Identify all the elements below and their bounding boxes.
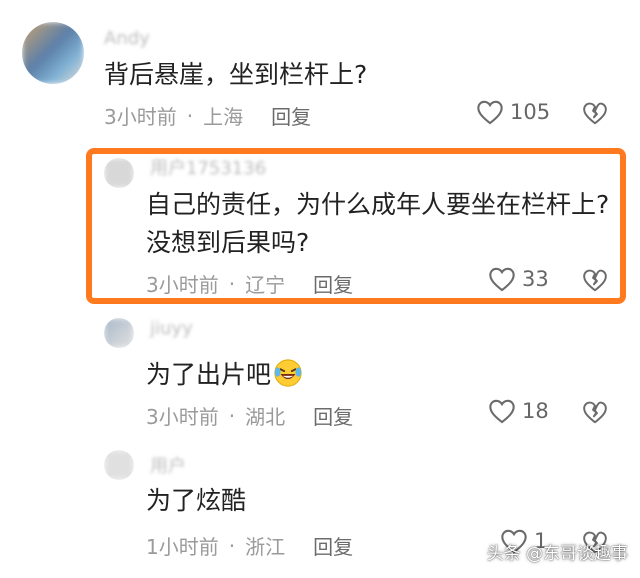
username[interactable]: Andy bbox=[104, 28, 150, 49]
heart-outline-icon bbox=[489, 399, 515, 424]
avatar[interactable] bbox=[104, 158, 134, 188]
username[interactable]: jiuyy bbox=[150, 318, 193, 339]
comment-text: 没想到后果吗? bbox=[146, 228, 310, 257]
heart-outline-icon bbox=[489, 267, 515, 292]
comment-location: 上海 bbox=[203, 105, 244, 129]
username[interactable]: 用户1753136 bbox=[150, 154, 266, 180]
broken-heart-icon[interactable] bbox=[582, 267, 608, 293]
comment-item: Andy 背后悬崖，坐到栏杆上? 3小时前 · 上海 回复 105 bbox=[0, 0, 640, 140]
like-count: 18 bbox=[522, 399, 549, 423]
like-count: 33 bbox=[522, 267, 549, 291]
like-count: 105 bbox=[510, 100, 551, 124]
avatar[interactable] bbox=[104, 318, 134, 348]
comment-meta: 3小时前 · 湖北 回复 bbox=[146, 401, 353, 430]
comment-time: 1小时前 bbox=[146, 535, 219, 559]
comment-meta: 3小时前 · 辽宁 回复 bbox=[146, 269, 353, 298]
comment-location: 湖北 bbox=[245, 405, 286, 429]
comment-text: 为了炫酷 bbox=[146, 486, 247, 515]
reply-button[interactable]: 回复 bbox=[313, 269, 353, 298]
broken-heart-icon[interactable] bbox=[582, 399, 608, 425]
comment-meta: 3小时前 · 上海 回复 bbox=[104, 101, 311, 130]
like-button[interactable]: 105 bbox=[476, 99, 550, 125]
comment-text: 自己的责任，为什么成年人要坐在栏杆上? bbox=[146, 190, 610, 219]
reply-button[interactable]: 回复 bbox=[313, 531, 353, 560]
comment-item: 用户1753136 自己的责任，为什么成年人要坐在栏杆上? 没想到后果吗? 3小… bbox=[0, 150, 640, 305]
comment-time: 3小时前 bbox=[146, 405, 219, 429]
username[interactable]: 用户 bbox=[150, 452, 186, 478]
comment-meta: 1小时前 · 浙江 回复 bbox=[146, 531, 353, 560]
broken-heart-icon[interactable] bbox=[582, 100, 608, 126]
comment-item: jiuyy 为了出片吧 3小时前 · 湖北 回复 18 bbox=[0, 312, 640, 442]
comment-text: 为了出片吧 bbox=[146, 356, 303, 394]
heart-outline-icon bbox=[477, 100, 503, 125]
like-button[interactable]: 33 bbox=[488, 266, 549, 292]
laughing-tears-emoji-icon bbox=[274, 359, 302, 387]
comment-time: 3小时前 bbox=[104, 105, 177, 129]
comment-text: 背后悬崖，坐到栏杆上? bbox=[104, 60, 368, 89]
like-button[interactable]: 18 bbox=[488, 398, 549, 424]
reply-button[interactable]: 回复 bbox=[271, 101, 311, 130]
avatar[interactable] bbox=[104, 450, 134, 480]
watermark: 头条 @东哥谈趣事 bbox=[486, 544, 628, 564]
reply-button[interactable]: 回复 bbox=[313, 401, 353, 430]
comment-location: 浙江 bbox=[245, 535, 286, 559]
comment-location: 辽宁 bbox=[245, 273, 286, 297]
comment-time: 3小时前 bbox=[146, 273, 219, 297]
avatar[interactable] bbox=[22, 22, 84, 84]
